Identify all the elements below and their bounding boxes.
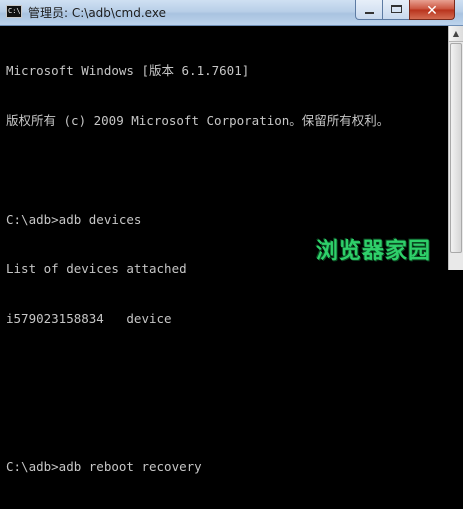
close-icon: ✕ [426, 3, 438, 19]
minimize-button[interactable] [355, 0, 383, 20]
window-title: 管理员: C:\adb\cmd.exe [28, 6, 166, 20]
console-line: Microsoft Windows [版本 6.1.7601] [6, 63, 250, 78]
maximize-button[interactable] [382, 0, 410, 20]
scroll-thumb[interactable] [450, 43, 462, 253]
scroll-up-arrow-icon[interactable]: ▲ [449, 26, 463, 42]
console-line: C:\adb>adb devices [6, 211, 142, 227]
watermark-logo: 浏览器家园 [316, 239, 432, 264]
maximize-icon [391, 5, 402, 13]
console-line: C:\adb>adb reboot recovery [6, 459, 202, 474]
close-button[interactable]: ✕ [409, 0, 455, 20]
cmd-window: C:\ 管理员: C:\adb\cmd.exe ✕ Microsoft Wind… [0, 0, 463, 474]
minimize-icon [365, 12, 374, 14]
cmd-app-icon[interactable]: C:\ [6, 5, 22, 18]
title-bar[interactable]: C:\ 管理员: C:\adb\cmd.exe ✕ [0, 0, 463, 26]
console-line: 版权所有 (c) 2009 Microsoft Corporation。保留所有… [6, 112, 390, 128]
vertical-scrollbar[interactable]: ▲ [448, 26, 463, 270]
console-line: i579023158834 device [6, 310, 172, 326]
